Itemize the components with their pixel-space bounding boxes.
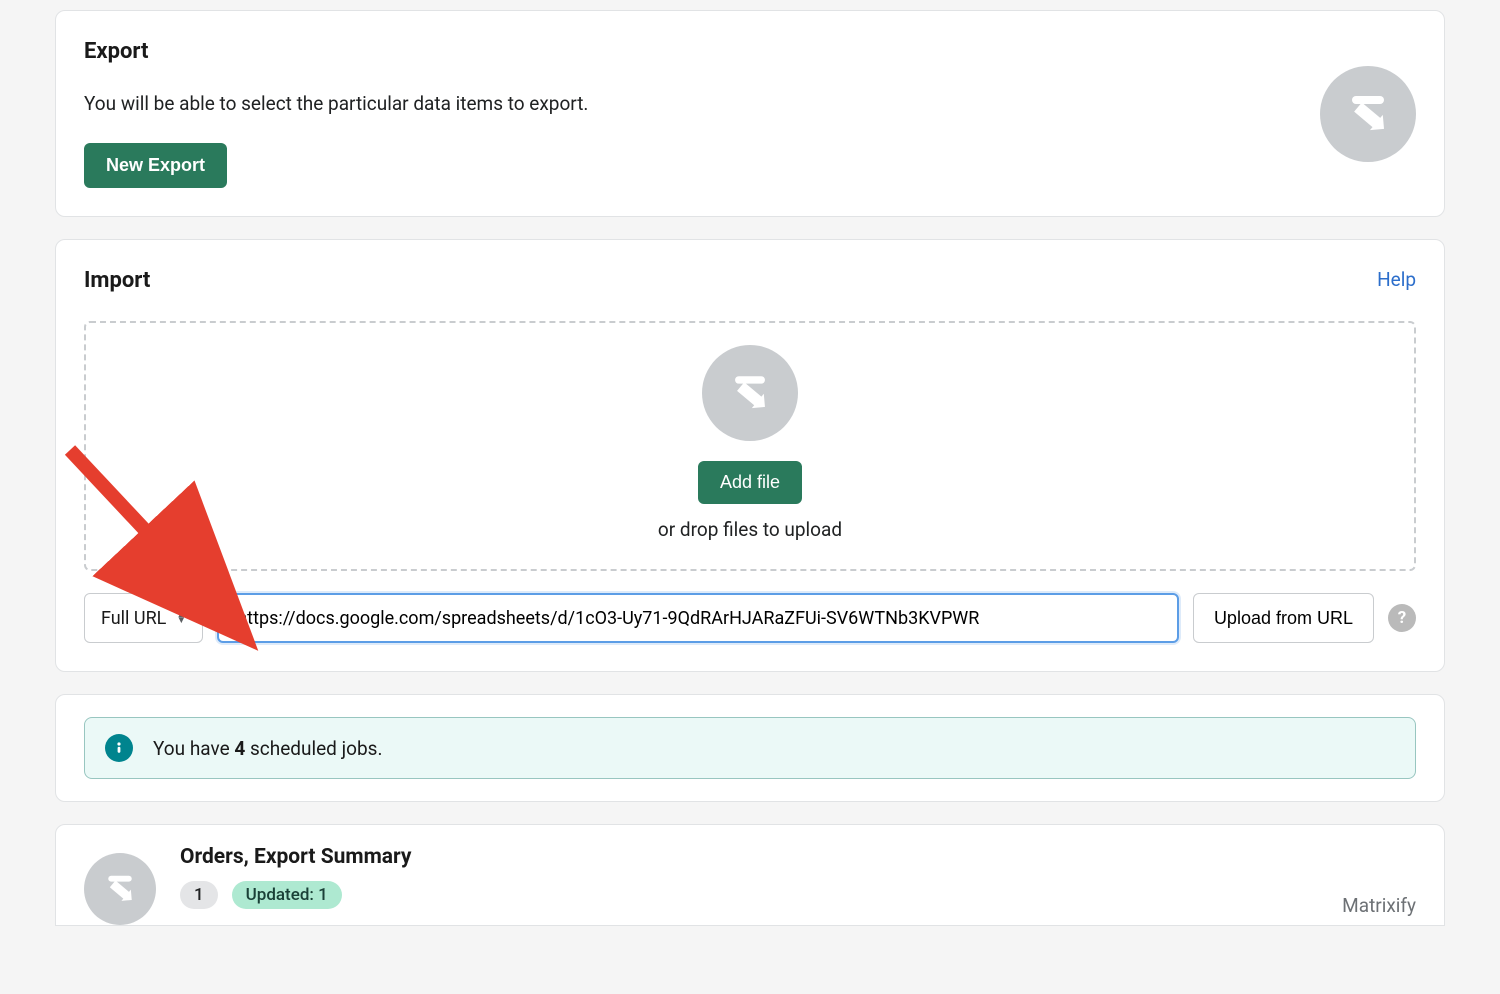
drop-hint-text: or drop files to upload xyxy=(86,518,1414,541)
scheduled-jobs-banner: You have 4 scheduled jobs. xyxy=(84,717,1416,779)
select-arrows-icon: ▲▼ xyxy=(176,612,186,624)
url-type-select[interactable]: Full URL ▲▼ xyxy=(84,593,203,643)
matrixify-logo-icon xyxy=(1320,66,1416,162)
url-input[interactable] xyxy=(217,593,1179,643)
export-description: You will be able to select the particula… xyxy=(84,92,1416,115)
add-file-button[interactable]: Add file xyxy=(698,461,802,504)
import-card: Import Help Add file or drop files to up… xyxy=(55,239,1445,672)
job-count-pill: 1 xyxy=(180,881,218,909)
job-title: Orders, Export Summary xyxy=(180,845,1318,869)
info-icon xyxy=(105,734,133,762)
scheduled-jobs-text: You have 4 scheduled jobs. xyxy=(153,737,382,760)
import-title: Import xyxy=(84,268,150,293)
job-summary-card: Orders, Export Summary 1 Updated: 1 Matr… xyxy=(55,824,1445,926)
url-type-label: Full URL xyxy=(101,608,166,629)
upload-from-url-button[interactable]: Upload from URL xyxy=(1193,593,1374,643)
scheduled-jobs-card: You have 4 scheduled jobs. xyxy=(55,694,1445,802)
matrixify-logo-icon xyxy=(84,853,156,925)
export-card: Export You will be able to select the pa… xyxy=(55,10,1445,217)
file-dropzone[interactable]: Add file or drop files to upload xyxy=(84,321,1416,571)
job-updated-pill: Updated: 1 xyxy=(232,881,342,909)
matrixify-logo-icon xyxy=(702,345,798,441)
help-link[interactable]: Help xyxy=(1377,268,1416,291)
brand-label: Matrixify xyxy=(1342,894,1416,917)
export-title: Export xyxy=(84,39,1416,64)
new-export-button[interactable]: New Export xyxy=(84,143,227,188)
help-icon[interactable]: ? xyxy=(1388,604,1416,632)
